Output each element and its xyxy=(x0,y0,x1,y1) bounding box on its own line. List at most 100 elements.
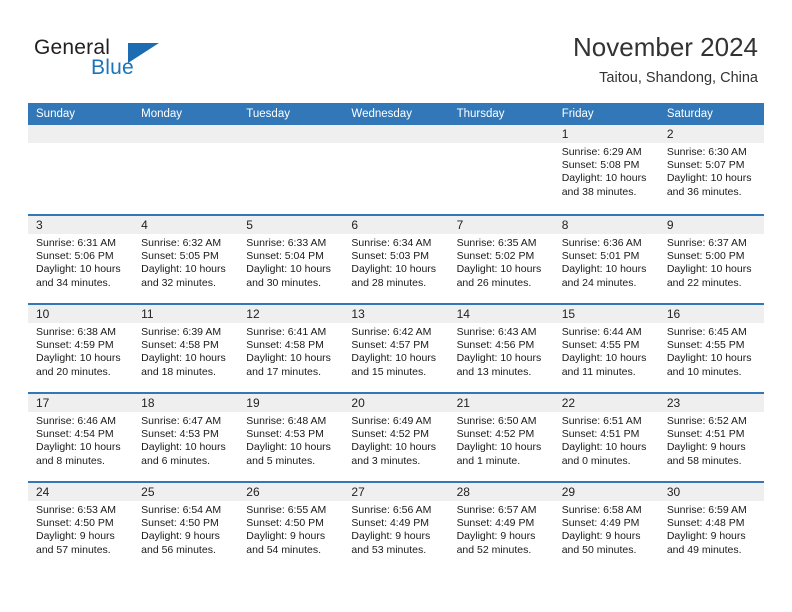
calendar-day-cell[interactable]: 27 Sunrise: 6:56 AM Sunset: 4:49 PM Dayligh… xyxy=(343,483,449,570)
day-details: Sunrise: 6:56 AM Sunset: 4:49 PM Daylight:… xyxy=(343,501,448,557)
sunset-text: Sunset: 5:08 PM xyxy=(561,159,640,172)
sunrise-text: Sunrise: 6:57 AM xyxy=(456,504,537,516)
calendar-day-cell[interactable]: 8 Sunrise: 6:36 AM Sunset: 5:01 PM Daylight… xyxy=(553,216,659,303)
sunset-text: Sunset: 4:51 PM xyxy=(666,428,745,441)
day-details: Sunrise: 6:43 AM Sunset: 4:56 PM Daylight:… xyxy=(449,323,554,379)
sunset-text: Sunset: 5:05 PM xyxy=(141,250,219,263)
sunrise-text: Sunrise: 6:58 AM xyxy=(561,504,642,516)
daylight-text: Daylight: 10 hours and 5 minutes. xyxy=(246,441,331,467)
calendar-day-cell[interactable]: 10 Sunrise: 6:38 AM Sunset: 4:59 PM Dayligh… xyxy=(28,305,134,392)
daylight-text: Daylight: 10 hours and 20 minutes. xyxy=(36,352,121,378)
day-details: Sunrise: 6:46 AM Sunset: 4:54 PM Daylight:… xyxy=(28,412,133,468)
calendar-day-cell[interactable]: 26 Sunrise: 6:55 AM Sunset: 4:50 PM Dayligh… xyxy=(238,483,344,570)
calendar-week-row: 24 Sunrise: 6:53 AM Sunset: 4:50 PM Dayligh… xyxy=(28,481,764,570)
sunrise-text: Sunrise: 6:44 AM xyxy=(561,326,642,338)
sunrise-text: Sunrise: 6:52 AM xyxy=(666,415,747,427)
sunrise-text: Sunrise: 6:32 AM xyxy=(141,237,222,249)
daylight-text: Daylight: 10 hours and 3 minutes. xyxy=(351,441,437,467)
sunset-text: Sunset: 4:50 PM xyxy=(246,517,324,530)
calendar-day-cell[interactable]: 1 Sunrise: 6:29 AM Sunset: 5:08 PM Daylight… xyxy=(553,125,659,214)
day-details: Sunrise: 6:36 AM Sunset: 5:01 PM Daylight:… xyxy=(554,234,659,290)
sunrise-text: Sunrise: 6:51 AM xyxy=(561,415,642,427)
day-number: 22 xyxy=(553,394,659,412)
calendar-day-cell[interactable]: 19 Sunrise: 6:48 AM Sunset: 4:53 PM Dayligh… xyxy=(238,394,344,481)
calendar-day-cell[interactable]: 23 Sunrise: 6:52 AM Sunset: 4:51 PM Dayligh… xyxy=(658,394,764,481)
calendar-day-cell[interactable]: 9 Sunrise: 6:37 AM Sunset: 5:00 PM Daylight… xyxy=(658,216,764,303)
sunrise-text: Sunrise: 6:36 AM xyxy=(561,237,642,249)
calendar-day-cell[interactable]: 7 Sunrise: 6:35 AM Sunset: 5:02 PM Daylight… xyxy=(448,216,554,303)
daylight-text: Daylight: 10 hours and 28 minutes. xyxy=(351,263,437,289)
daylight-text: Daylight: 10 hours and 11 minutes. xyxy=(561,352,647,378)
calendar-day-cell[interactable]: 12 Sunrise: 6:41 AM Sunset: 4:58 PM Dayligh… xyxy=(238,305,344,392)
calendar-day-cell-empty xyxy=(238,125,344,214)
calendar-day-cell[interactable]: 25 Sunrise: 6:54 AM Sunset: 4:50 PM Dayligh… xyxy=(133,483,239,570)
sunset-text: Sunset: 4:50 PM xyxy=(36,517,114,530)
day-number: 10 xyxy=(28,305,134,323)
general-blue-logo[interactable]: General Blue xyxy=(34,36,224,86)
calendar-day-cell[interactable]: 20 Sunrise: 6:49 AM Sunset: 4:52 PM Dayligh… xyxy=(343,394,449,481)
daylight-text: Daylight: 10 hours and 15 minutes. xyxy=(351,352,437,378)
sunrise-text: Sunrise: 6:55 AM xyxy=(246,504,327,516)
calendar-day-cell[interactable]: 11 Sunrise: 6:39 AM Sunset: 4:58 PM Dayligh… xyxy=(133,305,239,392)
sunset-text: Sunset: 4:54 PM xyxy=(36,428,114,441)
calendar-day-cell[interactable]: 15 Sunrise: 6:44 AM Sunset: 4:55 PM Dayligh… xyxy=(553,305,659,392)
calendar-day-cell[interactable]: 2 Sunrise: 6:30 AM Sunset: 5:07 PM Daylight… xyxy=(658,125,764,214)
day-number: 25 xyxy=(133,483,239,501)
calendar-day-cell[interactable]: 30 Sunrise: 6:59 AM Sunset: 4:48 PM Dayligh… xyxy=(658,483,764,570)
sunset-text: Sunset: 5:02 PM xyxy=(456,250,535,263)
sunrise-text: Sunrise: 6:46 AM xyxy=(36,415,116,427)
sunset-text: Sunset: 5:01 PM xyxy=(561,250,640,263)
page-title: November 2024 xyxy=(573,32,758,62)
day-number: 7 xyxy=(448,216,554,234)
calendar-day-cell[interactable]: 24 Sunrise: 6:53 AM Sunset: 4:50 PM Dayligh… xyxy=(28,483,134,570)
sunrise-text: Sunrise: 6:54 AM xyxy=(141,504,222,516)
calendar-day-cell[interactable]: 13 Sunrise: 6:42 AM Sunset: 4:57 PM Dayligh… xyxy=(343,305,449,392)
calendar-day-cell[interactable]: 17 Sunrise: 6:46 AM Sunset: 4:54 PM Dayligh… xyxy=(28,394,134,481)
day-number xyxy=(238,125,344,143)
sunrise-text: Sunrise: 6:56 AM xyxy=(351,504,432,516)
day-details: Sunrise: 6:58 AM Sunset: 4:49 PM Daylight:… xyxy=(554,501,659,557)
sunrise-text: Sunrise: 6:38 AM xyxy=(36,326,116,338)
day-number: 6 xyxy=(343,216,449,234)
calendar-day-cell[interactable]: 3 Sunrise: 6:31 AM Sunset: 5:06 PM Daylight… xyxy=(28,216,134,303)
day-details: Sunrise: 6:30 AM Sunset: 5:07 PM Daylight:… xyxy=(659,143,764,199)
sunset-text: Sunset: 5:07 PM xyxy=(666,159,745,172)
day-details: Sunrise: 6:35 AM Sunset: 5:02 PM Daylight:… xyxy=(449,234,554,290)
day-details: Sunrise: 6:55 AM Sunset: 4:50 PM Daylight:… xyxy=(238,501,343,557)
calendar-day-cell[interactable]: 16 Sunrise: 6:45 AM Sunset: 4:55 PM Dayligh… xyxy=(658,305,764,392)
day-details: Sunrise: 6:38 AM Sunset: 4:59 PM Daylight:… xyxy=(28,323,133,379)
sunrise-text: Sunrise: 6:33 AM xyxy=(246,237,327,249)
sunrise-text: Sunrise: 6:35 AM xyxy=(456,237,537,249)
weekday-header-wednesday: Wednesday xyxy=(351,108,412,120)
day-details: Sunrise: 6:33 AM Sunset: 5:04 PM Daylight:… xyxy=(238,234,343,290)
calendar-day-cell[interactable]: 5 Sunrise: 6:33 AM Sunset: 5:04 PM Daylight… xyxy=(238,216,344,303)
calendar-day-cell-empty xyxy=(343,125,449,214)
calendar-day-cell[interactable]: 14 Sunrise: 6:43 AM Sunset: 4:56 PM Dayligh… xyxy=(448,305,554,392)
daylight-text: Daylight: 10 hours and 10 minutes. xyxy=(666,352,752,378)
calendar-week-row: 3 Sunrise: 6:31 AM Sunset: 5:06 PM Daylight… xyxy=(28,214,764,303)
daylight-text: Daylight: 10 hours and 38 minutes. xyxy=(561,172,647,198)
weekday-header-sunday: Sunday xyxy=(36,108,76,120)
weekday-header-friday: Friday xyxy=(561,108,594,120)
day-number: 14 xyxy=(448,305,554,323)
calendar-day-cell[interactable]: 18 Sunrise: 6:47 AM Sunset: 4:53 PM Dayligh… xyxy=(133,394,239,481)
day-number: 3 xyxy=(28,216,134,234)
calendar-day-cell-empty xyxy=(448,125,554,214)
day-number: 4 xyxy=(133,216,239,234)
day-number: 24 xyxy=(28,483,134,501)
calendar-day-cell[interactable]: 4 Sunrise: 6:32 AM Sunset: 5:05 PM Daylight… xyxy=(133,216,239,303)
calendar-day-cell[interactable]: 28 Sunrise: 6:57 AM Sunset: 4:49 PM Dayligh… xyxy=(448,483,554,570)
day-details: Sunrise: 6:45 AM Sunset: 4:55 PM Daylight:… xyxy=(659,323,764,379)
day-number xyxy=(133,125,239,143)
calendar-week-row: 17 Sunrise: 6:46 AM Sunset: 4:54 PM Dayligh… xyxy=(28,392,764,481)
page-header: General Blue November 2024 Taitou, Shand… xyxy=(0,0,792,103)
calendar-day-cell[interactable]: 21 Sunrise: 6:50 AM Sunset: 4:52 PM Dayligh… xyxy=(448,394,554,481)
daylight-text: Daylight: 9 hours and 49 minutes. xyxy=(666,530,746,556)
calendar-day-cell[interactable]: 22 Sunrise: 6:51 AM Sunset: 4:51 PM Dayligh… xyxy=(553,394,659,481)
calendar-day-cell[interactable]: 29 Sunrise: 6:58 AM Sunset: 4:49 PM Dayligh… xyxy=(553,483,659,570)
sunrise-text: Sunrise: 6:59 AM xyxy=(666,504,747,516)
daylight-text: Daylight: 9 hours and 56 minutes. xyxy=(141,530,220,556)
calendar-day-cell[interactable]: 6 Sunrise: 6:34 AM Sunset: 5:03 PM Daylight… xyxy=(343,216,449,303)
calendar-day-cell-empty xyxy=(133,125,239,214)
sunrise-text: Sunrise: 6:31 AM xyxy=(36,237,116,249)
